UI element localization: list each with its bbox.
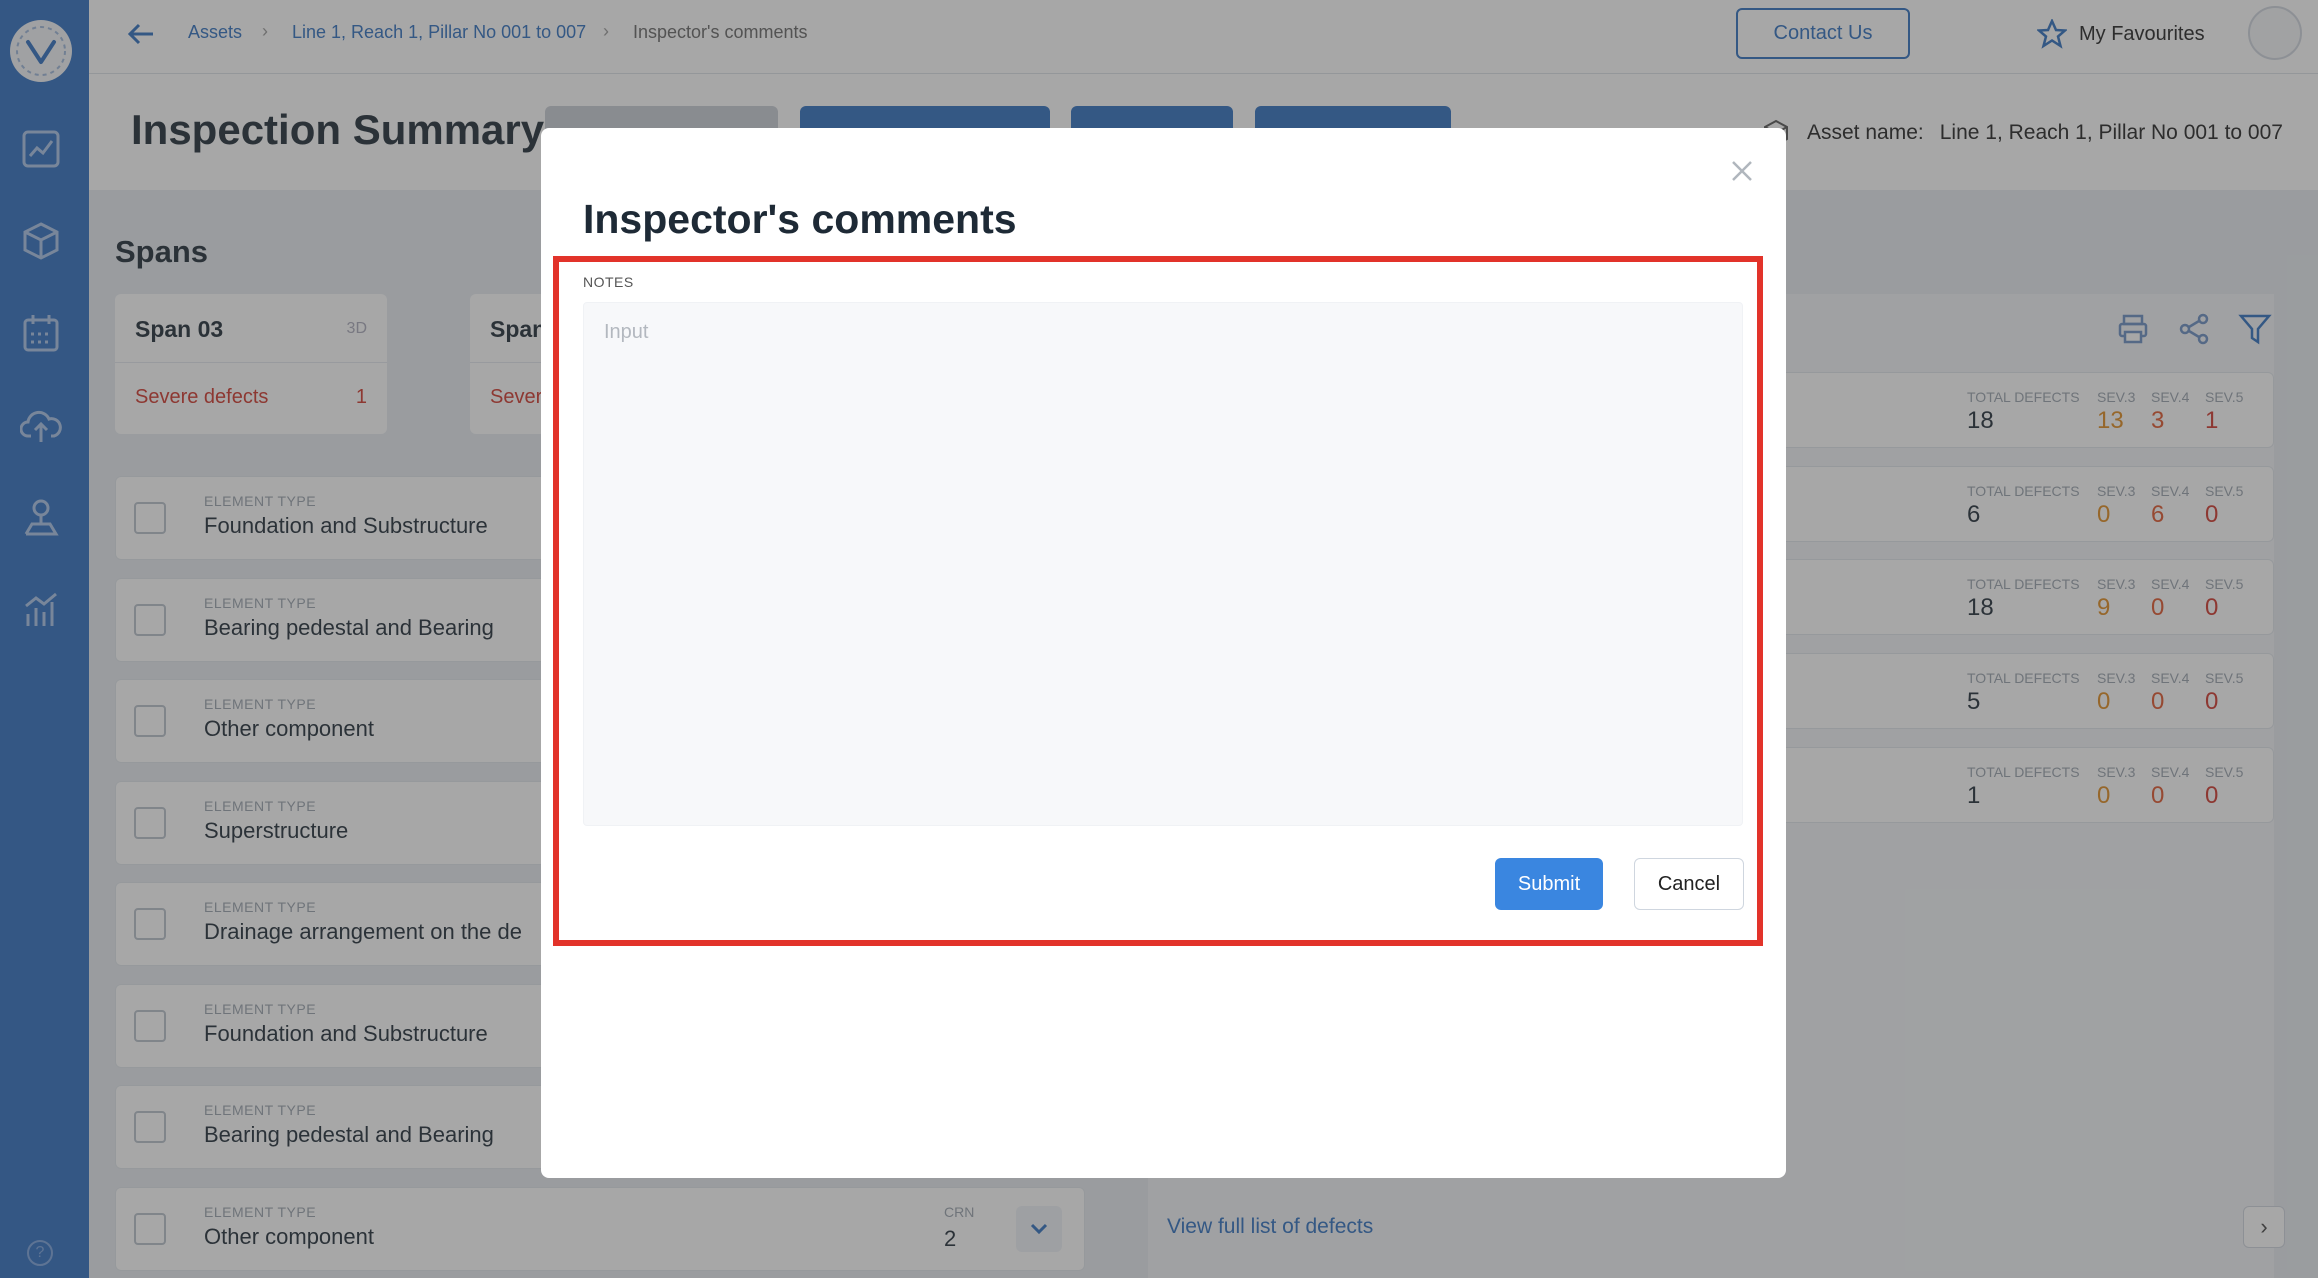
dialog-title: Inspector's comments bbox=[583, 196, 1017, 242]
notes-textarea[interactable] bbox=[583, 302, 1743, 826]
notes-label: NOTES bbox=[583, 274, 634, 290]
cancel-button[interactable]: Cancel bbox=[1634, 858, 1744, 910]
close-icon[interactable] bbox=[1727, 156, 1757, 186]
submit-button[interactable]: Submit bbox=[1495, 858, 1603, 910]
inspector-comments-dialog: Inspector's comments NOTES Submit Cancel bbox=[541, 128, 1786, 1178]
